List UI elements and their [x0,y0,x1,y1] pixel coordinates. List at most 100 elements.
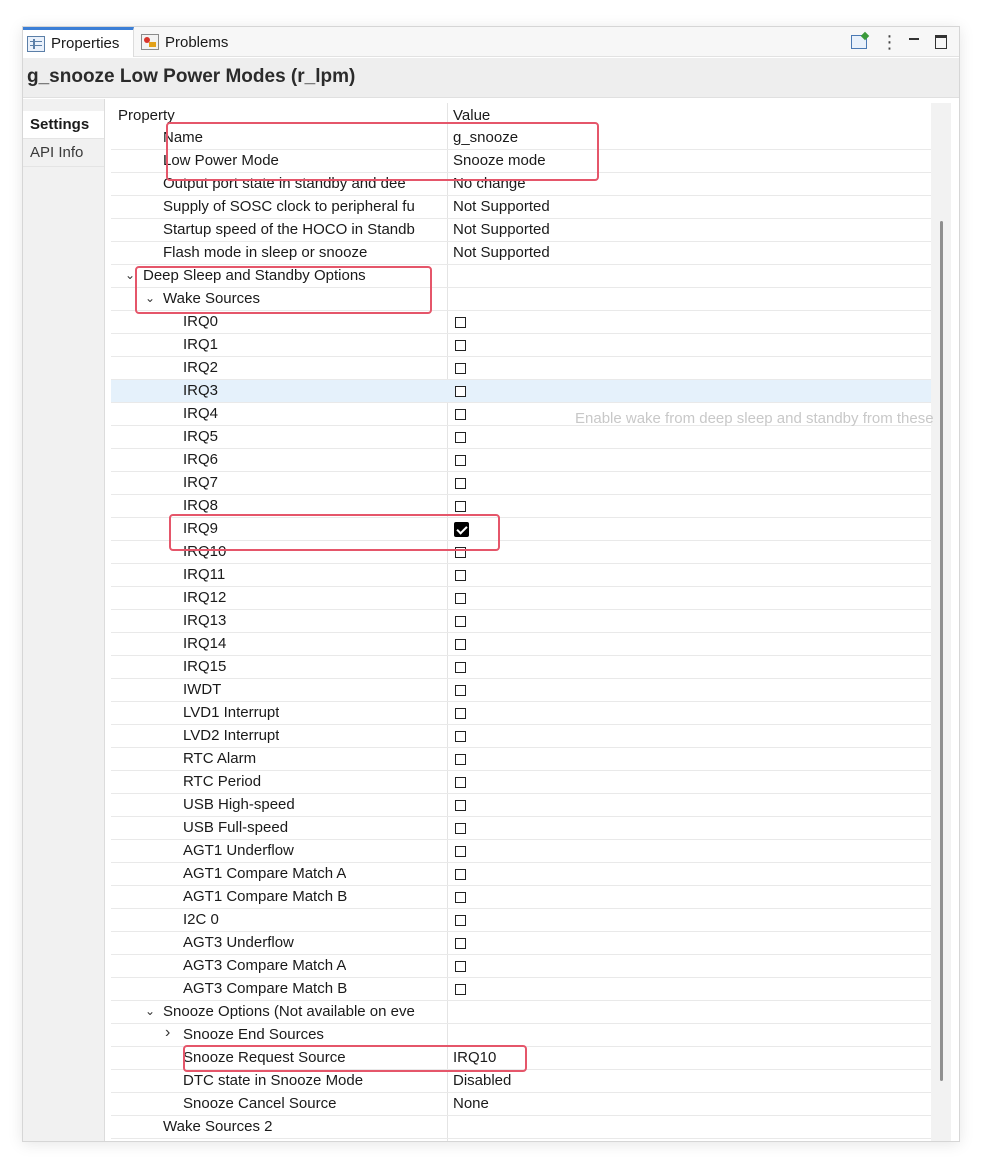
checkbox[interactable] [455,409,466,420]
tab-problems[interactable]: Problems [137,27,247,57]
checkbox[interactable] [455,846,466,857]
checkbox[interactable] [455,731,466,742]
column-header-property[interactable]: Property [118,107,175,124]
chevron-down-icon[interactable]: ⌄ [145,1004,155,1018]
minimize-icon[interactable] [904,33,924,51]
table-row[interactable]: IRQ2 [111,357,931,380]
property-value[interactable]: None [453,1095,489,1112]
property-value[interactable]: Not Supported [453,244,550,261]
checkbox[interactable] [455,501,466,512]
table-row[interactable]: I2C 0 [111,909,931,932]
table-row[interactable]: DTC state in Snooze Mode Disabled [111,1070,931,1093]
tab-properties[interactable]: Properties [23,27,134,57]
table-row[interactable]: IRQ0 [111,311,931,334]
table-row[interactable]: IRQ3 [111,380,931,403]
properties-view: Properties Problems ⋮ g_snooze Low Power… [22,26,960,1142]
checkbox[interactable] [455,340,466,351]
property-label: IWDT [183,681,222,698]
property-label: AGT1 Underflow [183,842,294,859]
property-label: IRQ15 [183,658,227,675]
property-value[interactable]: Disabled [453,1072,511,1089]
checkbox[interactable] [455,869,466,880]
table-row[interactable]: Wake Sources 2 [111,1116,931,1139]
table-row[interactable]: Supply of SOSC clock to peripheral fu Not… [111,196,931,219]
table-row[interactable]: AGT3 Compare Match A [111,955,931,978]
property-label: IRQ14 [183,635,227,652]
table-row[interactable]: Startup speed of the HOCO in Standb Not S… [111,219,931,242]
side-tab-api-info[interactable]: API Info [23,139,104,167]
table-row[interactable]: AGT3 Compare Match B [111,978,931,1001]
table-row[interactable]: IRQ6 [111,449,931,472]
table-row[interactable]: Snooze Cancel Source None [111,1093,931,1116]
property-label: IRQ12 [183,589,227,606]
table-row[interactable]: IRQ7 [111,472,931,495]
property-label: IRQ1 [183,336,219,353]
checkbox[interactable] [455,570,466,581]
table-row[interactable]: ⌄ Snooze Options (Not available on eve [111,1001,931,1024]
checkbox[interactable] [455,800,466,811]
checkbox[interactable] [455,708,466,719]
pin-to-editor-icon[interactable] [849,33,869,51]
checkbox[interactable] [455,915,466,926]
checkbox[interactable] [455,639,466,650]
checkbox[interactable] [455,317,466,328]
checkbox[interactable] [455,593,466,604]
checkbox[interactable] [455,685,466,696]
scrollbar-thumb[interactable] [940,221,943,1081]
table-row[interactable]: › Snooze End Sources [111,1024,931,1047]
checkbox[interactable] [455,386,466,397]
checkbox[interactable] [455,432,466,443]
table-row[interactable]: IRQ1 [111,334,931,357]
property-label: IRQ11 [183,566,226,583]
view-menu-icon[interactable]: ⋮ [879,33,899,51]
checkbox[interactable] [455,984,466,995]
property-value[interactable]: Not Supported [453,198,550,215]
highlight-box-snooze-request [183,1045,527,1072]
table-row[interactable]: Flash mode in sleep or snooze Not Support… [111,242,931,265]
table-row[interactable]: IRQ12 [111,587,931,610]
table-row[interactable]: IRQ13 [111,610,931,633]
table-row[interactable]: IRQ15 [111,656,931,679]
maximize-icon[interactable] [931,33,951,51]
table-row[interactable]: USB High-speed [111,794,931,817]
side-tab-settings[interactable]: Settings [23,111,104,139]
property-label: LVD1 Interrupt [183,704,280,721]
table-row[interactable]: RTC Period [111,771,931,794]
checkbox[interactable] [455,961,466,972]
checkbox[interactable] [455,777,466,788]
table-row[interactable]: AGT1 Compare Match B [111,886,931,909]
property-label: Wake Sources 2 [163,1118,273,1135]
tooltip: Enable wake from deep sleep and standby … [575,410,934,427]
property-value[interactable]: Not Supported [453,221,550,238]
property-label: Flash mode in sleep or snooze [163,244,368,261]
property-label: Snooze End Sources [183,1026,324,1043]
table-row[interactable]: AGT1 Underflow [111,840,931,863]
property-label: IRQ4 [183,405,219,422]
table-row[interactable]: IRQ14 [111,633,931,656]
checkbox[interactable] [455,478,466,489]
table-row[interactable]: LVD1 Interrupt [111,702,931,725]
checkbox[interactable] [455,455,466,466]
property-label: RTC Period [183,773,262,790]
checkbox[interactable] [455,892,466,903]
checkbox[interactable] [455,823,466,834]
vertical-scrollbar[interactable] [931,103,951,1141]
property-label: USB Full-speed [183,819,289,836]
checkbox[interactable] [455,754,466,765]
checkbox[interactable] [455,938,466,949]
table-row[interactable]: IWDT [111,679,931,702]
table-row[interactable]: IRQ5 [111,426,931,449]
side-tabs: Settings API Info [23,99,105,1141]
table-row[interactable]: IRQ11 [111,564,931,587]
table-row[interactable]: RTC Alarm [111,748,931,771]
table-row[interactable]: AGT3 Underflow [111,932,931,955]
table-row[interactable]: AGT1 Compare Match A [111,863,931,886]
chevron-right-icon[interactable]: › [165,1024,170,1042]
table-row[interactable]: USB Full-speed [111,817,931,840]
checkbox[interactable] [455,363,466,374]
table-row[interactable]: LVD2 Interrupt [111,725,931,748]
chevron-down-icon[interactable]: ⌄ [125,268,135,282]
checkbox[interactable] [455,616,466,627]
property-label: I2C 0 [183,911,219,928]
checkbox[interactable] [455,662,466,673]
